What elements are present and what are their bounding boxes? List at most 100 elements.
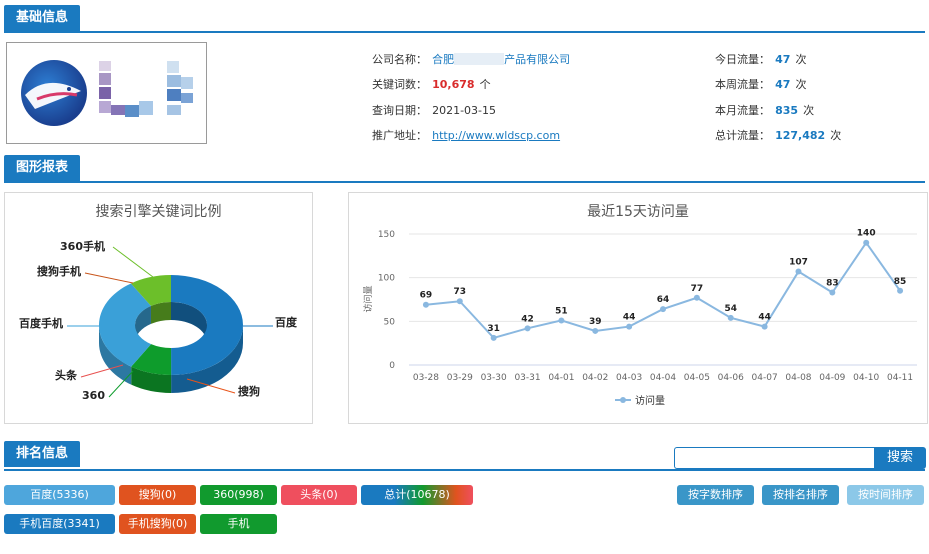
month-traffic-row: 本月流量： 835 次 — [715, 99, 814, 118]
traffic-unit: 次 — [795, 78, 807, 91]
series-point — [524, 325, 531, 332]
series-point — [863, 239, 870, 246]
y-tick-label: 0 — [389, 361, 395, 371]
section-tab-basic: 基础信息 — [4, 5, 81, 31]
pie-label: 百度手机 — [19, 316, 63, 330]
sort-by-length-button[interactable]: 按字数排序 — [677, 485, 754, 505]
keyword-count-row: 关键词数： 10,678 个 — [372, 73, 491, 92]
sort-by-rank-button[interactable]: 按排名排序 — [762, 485, 839, 505]
series-point — [761, 323, 768, 330]
x-tick-label: 03-30 — [481, 373, 507, 383]
section-tab-ranking: 排名信息 — [4, 441, 81, 467]
promotion-url-link[interactable]: http://www.wldscp.com — [432, 129, 560, 142]
query-date-value: 2021-03-15 — [432, 104, 497, 117]
data-label: 73 — [454, 287, 467, 297]
filter-mobile-baidu-button[interactable]: 手机百度(3341) — [4, 514, 115, 534]
series-point — [558, 317, 565, 324]
x-tick-label: 04-07 — [752, 373, 778, 383]
series-point — [727, 314, 734, 321]
x-tick-label: 03-28 — [413, 373, 439, 383]
data-label: 31 — [487, 324, 500, 334]
today-traffic-label: 今日流量： — [715, 53, 770, 66]
data-label: 69 — [420, 291, 433, 301]
x-tick-label: 03-31 — [514, 373, 540, 383]
y-axis-label: 访问量 — [362, 285, 374, 312]
total-traffic-value: 127,482 — [775, 129, 826, 142]
sort-by-time-button[interactable]: 按时间排序 — [847, 485, 924, 505]
pie-chart-panel: 搜索引擎关键词比例 百度 搜狗 360 头条 百度手机 搜狗手机 360手机 — [4, 192, 313, 424]
promotion-url-label: 推广地址： — [372, 129, 427, 142]
series-point — [829, 289, 836, 296]
pie-label-line — [112, 246, 154, 278]
pie-chart: 百度搜狗 360 头条 百度手机 搜狗手机 360手机 — [19, 239, 298, 402]
series-point — [626, 323, 633, 330]
x-tick-label: 04-09 — [819, 373, 845, 383]
filter-baidu-button[interactable]: 百度(5336) — [4, 485, 115, 505]
filter-360-button[interactable]: 360(998) — [200, 485, 277, 505]
company-logo — [6, 42, 207, 144]
filter-sogou-button[interactable]: 搜狗(0) — [119, 485, 196, 505]
query-date-row: 查询日期： 2021-03-15 — [372, 99, 496, 118]
today-traffic-value: 47 — [775, 53, 791, 66]
traffic-unit: 次 — [803, 104, 815, 117]
week-traffic-label: 本周流量： — [715, 78, 770, 91]
x-tick-label: 04-04 — [650, 373, 676, 383]
company-name-label: 公司名称： — [372, 53, 427, 66]
traffic-unit: 次 — [795, 53, 807, 66]
x-tick-label: 04-10 — [853, 373, 879, 383]
promotion-url-row: 推广地址： http://www.wldscp.com — [372, 124, 560, 143]
data-label: 140 — [857, 229, 876, 239]
data-label: 77 — [691, 284, 704, 294]
data-label: 107 — [789, 258, 808, 268]
pie-label: 搜狗手机 — [37, 264, 81, 278]
filter-mobile-sogou-button[interactable]: 手机搜狗(0) — [119, 514, 196, 534]
total-traffic-label: 总计流量： — [715, 129, 770, 142]
series-point — [490, 334, 497, 341]
pie-label: 头条 — [55, 368, 78, 382]
traffic-unit: 次 — [830, 129, 842, 142]
section-divider — [4, 469, 925, 471]
filter-toutiao-button[interactable]: 头条(0) — [281, 485, 357, 505]
pie-label: 360手机 — [60, 239, 105, 253]
month-traffic-value: 835 — [775, 104, 799, 117]
week-traffic-value: 47 — [775, 78, 791, 91]
y-tick-label: 50 — [384, 317, 396, 327]
section-divider — [4, 31, 925, 33]
legend-marker — [620, 397, 626, 403]
x-tick-label: 03-29 — [447, 373, 473, 383]
filter-total-button[interactable]: 总计(10678) — [361, 485, 473, 505]
series-point — [422, 301, 429, 308]
company-name-row: 公司名称： 合肥 产品有限公司 — [372, 48, 570, 67]
x-tick-label: 04-02 — [582, 373, 608, 383]
data-label: 83 — [826, 279, 839, 289]
x-tick-label: 04-03 — [616, 373, 642, 383]
section-divider — [4, 181, 925, 183]
keyword-count-label: 关键词数： — [372, 78, 427, 91]
x-tick-label: 04-06 — [718, 373, 744, 383]
keyword-count-value: 10,678 — [432, 78, 475, 91]
data-label: 85 — [894, 277, 907, 287]
company-name-suffix: 产品有限公司 — [504, 53, 571, 66]
fish-logo-icon — [21, 60, 193, 126]
series-point — [795, 268, 802, 275]
y-tick-label: 100 — [378, 274, 395, 284]
search-input[interactable] — [674, 447, 874, 469]
y-tick-label: 150 — [378, 230, 395, 240]
series-point — [660, 306, 666, 313]
query-date-label: 查询日期： — [372, 104, 427, 117]
pie-slice-inner — [150, 302, 171, 324]
x-tick-label: 04-11 — [887, 373, 913, 383]
blurred-region — [454, 52, 505, 65]
filter-mobile-360-button[interactable]: 手机360(1003) — [200, 514, 277, 550]
series-point — [456, 298, 463, 305]
data-label: 44 — [758, 313, 771, 323]
series-point — [592, 327, 599, 334]
pie-label: 百度 — [275, 315, 298, 329]
data-label: 42 — [521, 314, 534, 324]
keyword-count-unit: 个 — [479, 78, 491, 91]
company-name-prefix: 合肥 — [432, 53, 455, 66]
series-point — [693, 294, 700, 301]
x-tick-label: 04-01 — [548, 373, 574, 383]
pie-label: 360 — [82, 389, 105, 402]
search-button[interactable]: 搜索 — [874, 447, 926, 469]
